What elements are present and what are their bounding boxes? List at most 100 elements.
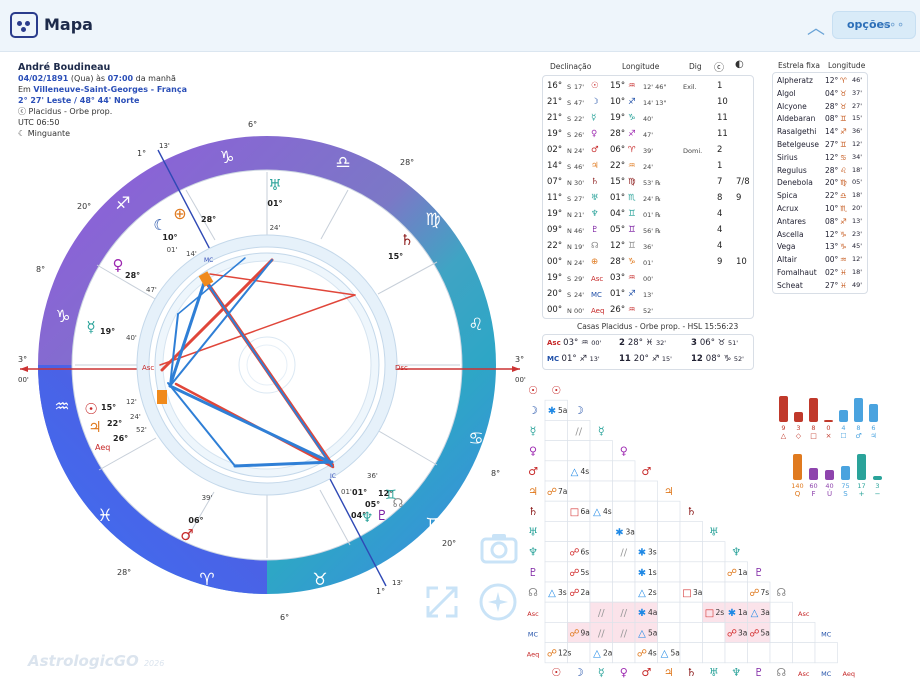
planet-sm: 39' [643, 147, 654, 155]
aspect-column-symbol: ☊ [776, 666, 786, 679]
aspect-glyph: △ [638, 628, 646, 639]
more-dots-icon: ∘∘∘ [881, 18, 905, 31]
element-bar [869, 404, 878, 422]
aspect-cell [679, 622, 703, 643]
planet-row[interactable]: 07° N 30' ♄ 15° ♍ 53' ℞ 7 7/8 [543, 174, 755, 190]
star-name: Rasalgethi [777, 127, 817, 137]
planet-lon: 01° [610, 193, 626, 203]
aspect-orb: 5s [581, 568, 590, 577]
star-deg: 14° [825, 127, 839, 137]
element-bar [809, 398, 818, 422]
svg-text:8°: 8° [491, 469, 500, 478]
aspect-cell [724, 581, 748, 603]
aspect-orb: 4s [603, 507, 612, 516]
options-button[interactable]: opções ∘∘∘ [832, 11, 916, 39]
svg-text:28°: 28° [125, 271, 140, 280]
planet-dm: 22' [574, 115, 585, 123]
planet-row[interactable]: 02° N 24' ♂ 06° ♈ 39' Domi. 2 [543, 142, 755, 158]
expand-icon[interactable] [424, 584, 460, 620]
aspect-cell [544, 420, 568, 441]
planet-row[interactable]: 20° S 24' MC 01° ♐ 13' [543, 286, 755, 302]
aspect-column-symbol: ☿ [598, 666, 605, 679]
planet-row[interactable]: 22° N 19' ☊ 12° ♊ 36' 4 [543, 238, 755, 254]
star-min: 36' [852, 127, 863, 136]
planet-dec: 02° [547, 145, 563, 155]
planet-dec: 07° [547, 177, 563, 187]
planet-row[interactable]: 14° S 46' ♃ 22° ♒ 24' 1 [543, 158, 755, 174]
planet-row[interactable]: 00° N 00' Aeq 26° ♒ 52' [543, 302, 755, 318]
planet-row[interactable]: 21° S 22' ☿ 19° ♑ 40' 11 [543, 110, 755, 126]
svg-text:8°: 8° [36, 265, 45, 274]
planet-row[interactable]: 19° N 21' ♆ 04° ♊ 01' ℞ 4 [543, 206, 755, 222]
aspect-glyph: ☍ [569, 628, 579, 639]
house-cusp: 12 08° ♑ 52' [691, 354, 744, 364]
aspect-glyph: □ [570, 507, 579, 518]
aspect-orb: 4s [581, 467, 590, 476]
star-min: 12' [852, 140, 863, 148]
planet-ns: S [567, 163, 572, 171]
planet-row[interactable]: 00° N 24' ⊕ 28° ♑ 01' 9 10 [543, 254, 755, 270]
planet-row[interactable]: 19° S 26' ♀ 28° ♐ 47' 11 [543, 126, 755, 142]
camera-icon[interactable] [480, 532, 518, 564]
star-min: 18' [852, 165, 863, 174]
element-bar-value: 3 [875, 482, 879, 490]
brand-watermark: AstrologicGO 2026 [28, 652, 165, 670]
svg-text:01°: 01° [352, 488, 367, 497]
planet-row[interactable]: 16° S 17' ☉ 15° ♒ 12' 46" Exil. 1 [543, 78, 755, 94]
svg-text:♇: ♇ [376, 508, 389, 524]
planet-sm: 01' ℞ [643, 211, 661, 219]
chevron-up-icon[interactable]: ︿ [806, 14, 826, 39]
planet-dec: 16° [547, 81, 563, 91]
svg-text:MC: MC [204, 257, 213, 264]
aspect-glyph: ☍ [727, 628, 737, 639]
svg-text:♌: ♌ [468, 315, 483, 335]
star-deg: 28° [825, 165, 839, 175]
svg-text:♐: ♐ [115, 194, 130, 214]
star-name: Ascella [777, 229, 804, 239]
element-bar [854, 398, 863, 422]
planet-h2: 7/8 [736, 177, 750, 187]
planet-row[interactable]: 21° S 47' ☽ 10° ♐ 14' 13" 10 [543, 94, 755, 110]
star-min: 37' [852, 88, 863, 97]
header-star-longitude: Longitude [828, 61, 866, 70]
planet-ns: S [567, 291, 572, 299]
svg-text:01': 01' [167, 246, 178, 254]
magic-wand-icon[interactable] [478, 582, 518, 622]
planet-dm: 19' [574, 243, 585, 251]
planet-dm: 46' [574, 227, 585, 235]
aspect-cell [679, 561, 703, 583]
fixed-star-row: Ascella 12° ♑ 23' [773, 228, 869, 241]
svg-text:19°: 19° [100, 327, 115, 336]
planet-ns: S [567, 99, 572, 107]
planet-h2: 9 [736, 193, 742, 203]
planet-dm: 47' [574, 99, 585, 107]
svg-text:♄: ♄ [400, 231, 413, 249]
aspect-orb: 1a [738, 608, 747, 617]
star-min: 13' [852, 216, 863, 225]
aspect-orb: 5a [671, 649, 680, 658]
svg-text:13': 13' [392, 579, 403, 587]
planet-lon: 19° [610, 113, 626, 123]
planet-lon: 01° [610, 289, 626, 299]
planet-h1: 2 [717, 145, 723, 155]
aspect-diagonal-symbol: ☿ [598, 424, 605, 437]
planet-lon: 12° [610, 241, 626, 251]
aspect-column-symbol: Aeq [843, 670, 855, 678]
planet-sym: MC [591, 291, 602, 299]
element-bar-label: ♃ [870, 432, 876, 440]
planet-lon: 10° [610, 97, 626, 107]
planet-row[interactable]: 09° N 46' ♇ 05° ♊ 56' ℞ 4 [543, 222, 755, 238]
element-bar-value: 40 [825, 482, 833, 490]
aspect-cell [544, 521, 568, 542]
aspect-orb: 3a [738, 628, 747, 637]
planet-h1: 9 [717, 257, 723, 267]
aspect-orb: 9a [581, 628, 590, 637]
planet-dm: 30' [574, 179, 585, 187]
planet-row[interactable]: 11° S 27' ♅ 01° ♏ 24' ℞ 8 9 [543, 190, 755, 206]
planet-row[interactable]: 19° S 29' Asc 03° ♒ 00' [543, 270, 755, 286]
star-sign: ♑ [840, 242, 847, 252]
fixed-star-row: Antares 08° ♐ 13' [773, 215, 869, 228]
star-name: Fomalhaut [777, 268, 817, 277]
planet-dm: 00' [574, 307, 585, 315]
aspect-row-symbol: ♇ [528, 566, 538, 579]
